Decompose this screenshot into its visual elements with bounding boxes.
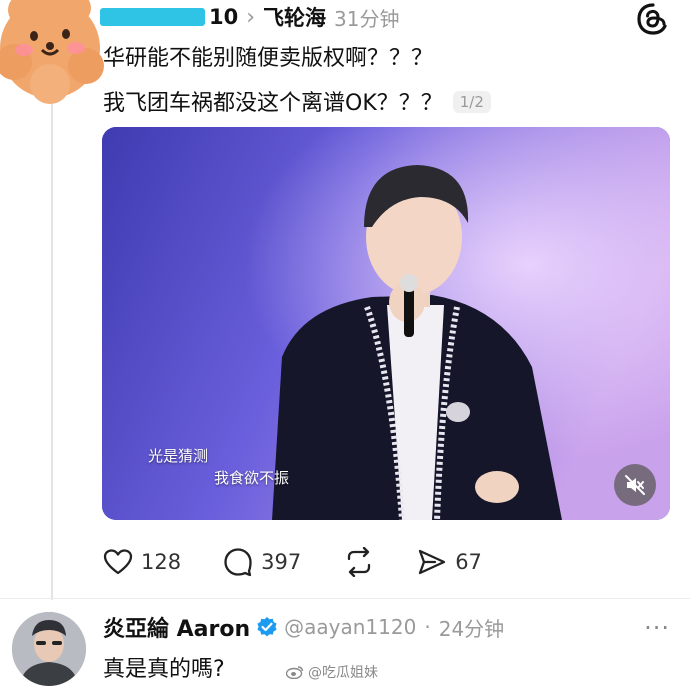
post-text-line2-content: 我飞团车祸都没这个离谱OK？？？: [103, 91, 443, 116]
like-count: 128: [141, 550, 182, 574]
reply-timestamp: 24分钟: [438, 616, 505, 641]
post-text-line2: 我飞团车祸都没这个离谱OK？？？ 1/2: [103, 85, 491, 117]
author-name[interactable]: 飞轮海: [263, 2, 326, 32]
verified-badge-icon: [257, 617, 277, 637]
send-paper-plane-icon: [419, 549, 446, 575]
share-count: 67: [455, 550, 482, 574]
reply-avatar-photo: [12, 612, 86, 686]
post-text-line1: 华研能不能别随便卖版权啊？？？: [103, 46, 434, 71]
speaker-muted-icon: [625, 475, 645, 495]
reply-author-avatar[interactable]: [12, 612, 86, 686]
thread-connector-line: [51, 100, 53, 600]
video-subtitle-line1: 光是猜测: [148, 447, 209, 465]
author-avatar[interactable]: [0, 0, 106, 104]
redacted-username-block: [100, 8, 205, 26]
post-actions-bar: 128 397 67: [103, 544, 524, 580]
post-media-video[interactable]: 光是猜测 我食欲不振: [102, 127, 670, 520]
bear-sticker-icon: [0, 0, 104, 104]
reply-separator: ·: [424, 615, 431, 639]
repost-icon: [348, 547, 371, 577]
more-options-button[interactable]: ···: [644, 614, 670, 642]
reply-author-name[interactable]: 炎亞綸 Aaron: [103, 611, 250, 643]
reply-author-handle[interactable]: @aayan1120: [284, 615, 416, 639]
repost-button[interactable]: [343, 547, 375, 577]
author-name-partial[interactable]: 10: [209, 5, 238, 29]
breadcrumb-separator: ›: [246, 4, 256, 30]
video-subtitle-line2: 我食欲不振: [214, 469, 290, 487]
weibo-logo-icon: [286, 666, 304, 679]
mute-toggle-button[interactable]: [614, 464, 656, 506]
reply-header: 炎亞綸 Aaron @aayan1120 · 24分钟: [103, 610, 504, 644]
reply-count: 397: [261, 550, 302, 574]
post-header: 10 › 飞轮海 31分钟: [100, 2, 400, 32]
reply-divider: [0, 598, 690, 599]
like-button[interactable]: 128: [103, 548, 181, 576]
image-page-counter: 1/2: [452, 91, 491, 113]
heart-icon: [103, 549, 133, 575]
comment-bubble-icon: [224, 548, 252, 577]
watermark: @吃瓜姐妹: [286, 662, 378, 682]
post-timestamp: 31分钟: [334, 6, 400, 31]
threads-logo-icon: [636, 2, 670, 36]
reply-button[interactable]: 397: [223, 547, 301, 577]
reply-text: 真是真的嗎?: [103, 657, 225, 682]
share-button[interactable]: 67: [417, 548, 482, 576]
watermark-text: @吃瓜姐妹: [308, 665, 378, 681]
